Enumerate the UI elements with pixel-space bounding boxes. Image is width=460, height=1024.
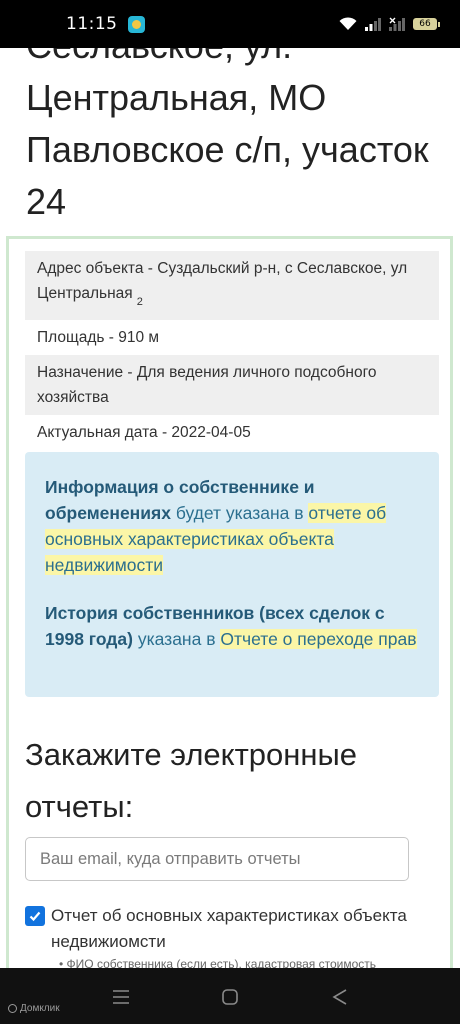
status-icons: 66 xyxy=(339,17,440,31)
battery-icon: 66 xyxy=(413,18,440,30)
home-icon[interactable] xyxy=(219,986,241,1008)
report-checkbox[interactable] xyxy=(25,906,45,926)
app-icon xyxy=(127,15,145,33)
property-address: Адрес объекта - Суздальский р-н, с Сесла… xyxy=(25,251,439,320)
signal-icon xyxy=(365,18,381,31)
report-feature-item: • ФИО собственника (если есть), кадастро… xyxy=(59,957,377,968)
info-history-paragraph: История собственников (всех сделок с 199… xyxy=(45,603,417,649)
transfer-report-link[interactable]: Отчете о переходе прав xyxy=(220,629,417,649)
watermark-text: Домклик xyxy=(20,1003,60,1014)
property-date: Актуальная дата - 2022-04-05 xyxy=(37,424,251,441)
object-card: Адрес объекта - Суздальский р-н, с Сесла… xyxy=(6,236,453,968)
property-purpose: Назначение - Для ведения личного подсобн… xyxy=(25,355,439,415)
info-box: Информация о собственнике и обременениях… xyxy=(25,452,439,697)
check-icon xyxy=(29,911,41,922)
status-time: 11:15 xyxy=(66,14,118,34)
status-bar: 11:15 66 xyxy=(0,0,460,48)
battery-level: 66 xyxy=(413,18,437,30)
title-line: Сеславское, ул. xyxy=(26,48,446,72)
menu-icon[interactable] xyxy=(110,986,132,1008)
signal-icon xyxy=(389,17,405,31)
page-title: Сеславское, ул. Центральная, МО Павловск… xyxy=(26,48,446,228)
navigation-bar: Домклик xyxy=(0,968,460,1024)
order-heading: Закажите электронные отчеты: xyxy=(25,737,358,824)
back-icon[interactable] xyxy=(329,986,351,1008)
title-line: Центральная, МО xyxy=(26,77,327,118)
wifi-icon xyxy=(339,17,357,30)
report-checkbox-row[interactable]: Отчет об основных характеристиках объект… xyxy=(25,903,439,955)
watermark: Домклик xyxy=(8,1003,60,1014)
watermark-logo-icon xyxy=(8,1004,17,1013)
property-list: Адрес объекта - Суздальский р-н, с Сесла… xyxy=(25,251,439,450)
info-owner-paragraph: Информация о собственнике и обременениях… xyxy=(45,477,387,575)
report-checkbox-label[interactable]: Отчет об основных характеристиках объект… xyxy=(51,903,439,955)
title-line: Павловское с/п, участок xyxy=(26,129,429,170)
property-area: Площадь - 910 м xyxy=(37,329,160,346)
page-content: Сеславское, ул. Центральная, МО Павловск… xyxy=(0,48,460,968)
title-line: 24 xyxy=(26,181,67,222)
email-input[interactable] xyxy=(25,837,409,881)
